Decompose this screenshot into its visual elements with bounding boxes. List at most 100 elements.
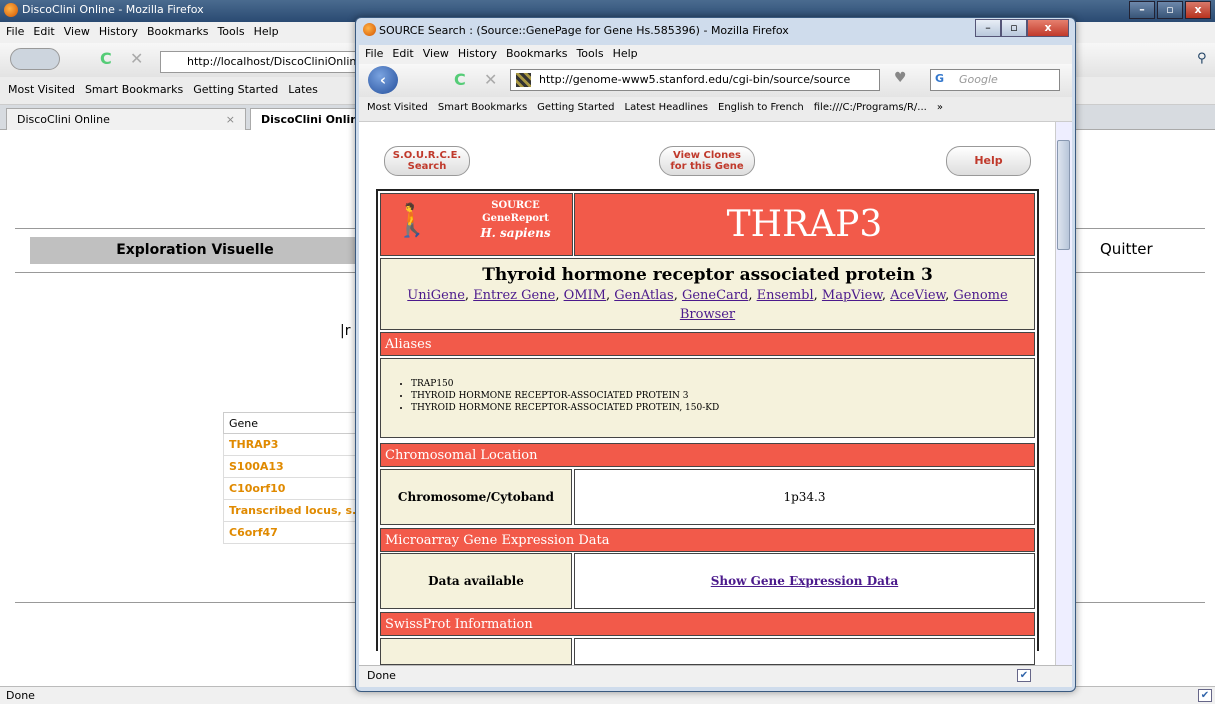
menu-bookmarks[interactable]: Bookmarks: [147, 25, 208, 40]
checkmark-icon[interactable]: ✔: [1198, 689, 1212, 702]
source-search-button[interactable]: S.O.U.R.C.E. Search: [384, 146, 470, 176]
menu-file[interactable]: File: [6, 25, 24, 40]
popup-menu-history[interactable]: History: [458, 47, 497, 62]
chromosome-value: 1p34.3: [574, 469, 1035, 525]
link-ensembl[interactable]: Ensembl: [757, 288, 814, 303]
tab-label: DiscoClini Online: [17, 113, 110, 126]
tab-close-icon[interactable]: ×: [226, 113, 235, 126]
popup-menu-edit[interactable]: Edit: [392, 47, 413, 62]
popup-stop-icon[interactable]: ✕: [484, 70, 497, 89]
link-mapview[interactable]: MapView: [822, 288, 882, 303]
link-genecard[interactable]: GeneCard: [682, 288, 748, 303]
alias-item: THYROID HORMONE RECEPTOR-ASSOCIATED PROT…: [411, 403, 1034, 413]
view-clones-button[interactable]: View Clones for this Gene: [659, 146, 755, 176]
popup-window-controls: – ▫ x: [975, 19, 1069, 37]
popup-bookmark-smart[interactable]: Smart Bookmarks: [438, 102, 527, 116]
gene-row-c10orf10[interactable]: C10orf10: [223, 478, 363, 500]
divider: [1075, 602, 1205, 603]
stop-icon[interactable]: ✕: [130, 49, 143, 68]
popup-menubar: File Edit View History Bookmarks Tools H…: [359, 45, 1072, 64]
back-forward-icon[interactable]: [10, 48, 60, 70]
bookmark-smart[interactable]: Smart Bookmarks: [85, 83, 183, 98]
menu-view[interactable]: View: [64, 25, 90, 40]
gene-row-s100a13[interactable]: S100A13: [223, 456, 363, 478]
popup-url-field[interactable]: http://genome-www5.stanford.edu/cgi-bin/…: [510, 69, 880, 91]
link-aceview[interactable]: AceView: [890, 288, 945, 303]
popup-url-text: http://genome-www5.stanford.edu/cgi-bin/…: [539, 73, 851, 86]
reload-icon[interactable]: C: [100, 49, 112, 68]
gene-row-transcribed-locus[interactable]: Transcribed locus, s.: [223, 500, 363, 522]
search-icon[interactable]: ⚲: [1197, 51, 1207, 66]
menu-history[interactable]: History: [99, 25, 138, 40]
popup-addon-icon[interactable]: ♥: [894, 70, 907, 86]
source-search-line2: Search: [407, 161, 447, 172]
logo-species-text: H. sapiens: [480, 226, 551, 240]
gene-row-thrap3[interactable]: THRAP3: [223, 434, 363, 456]
alias-item: THYROID HORMONE RECEPTOR-ASSOCIATED PROT…: [411, 391, 1034, 401]
popup-title: SOURCE Search : (Source::GenePage for Ge…: [379, 24, 789, 37]
gene-links: UniGene, Entrez Gene, OMIM, GenAtlas, Ge…: [407, 288, 1008, 322]
quit-link[interactable]: Quitter: [1100, 240, 1153, 258]
close-button[interactable]: x: [1185, 1, 1211, 19]
popup-bookmark-file[interactable]: file:///C:/Programs/R/...: [814, 102, 927, 116]
popup-bookmark-overflow[interactable]: »: [937, 102, 943, 116]
popup-menu-view[interactable]: View: [423, 47, 449, 62]
checkmark-icon[interactable]: ✔: [1017, 669, 1031, 682]
popup-search-field[interactable]: G Google: [930, 69, 1060, 91]
link-omim[interactable]: OMIM: [564, 288, 606, 303]
firefox-icon: [4, 3, 18, 17]
popup-bookmark-english-french[interactable]: English to French: [718, 102, 804, 116]
bg-url-field[interactable]: http://localhost/DiscoCliniOnline: [160, 51, 360, 73]
tab-discoclini-2[interactable]: DiscoClini Onlin: [250, 108, 360, 130]
aliases-list: TRAP150 THYROID HORMONE RECEPTOR-ASSOCIA…: [380, 358, 1035, 438]
minimize-button[interactable]: –: [1129, 1, 1155, 19]
popup-close-button[interactable]: x: [1027, 19, 1069, 37]
expression-data-cell: Show Gene Expression Data: [574, 553, 1035, 609]
popup-reload-icon[interactable]: C: [454, 70, 466, 89]
link-unigene[interactable]: UniGene: [407, 288, 465, 303]
google-icon: G: [935, 72, 945, 85]
popup-bookmark-most-visited[interactable]: Most Visited: [367, 102, 428, 116]
section-microarray-header: Microarray Gene Expression Data: [380, 528, 1035, 552]
popup-menu-file[interactable]: File: [365, 47, 383, 62]
popup-menu-tools[interactable]: Tools: [576, 47, 603, 62]
menu-edit[interactable]: Edit: [33, 25, 54, 40]
data-available-label: Data available: [380, 553, 572, 609]
tab-discoclini-1[interactable]: DiscoClini Online ×: [6, 108, 246, 130]
maximize-button[interactable]: ▫: [1157, 1, 1183, 19]
help-button[interactable]: Help: [946, 146, 1031, 176]
menu-tools[interactable]: Tools: [217, 25, 244, 40]
popup-menu-help[interactable]: Help: [613, 47, 638, 62]
popup-minimize-button[interactable]: –: [975, 19, 1001, 37]
popup-maximize-button[interactable]: ▫: [1001, 19, 1027, 37]
bookmark-getting-started[interactable]: Getting Started: [193, 83, 278, 98]
bookmark-latest[interactable]: Lates: [288, 83, 318, 98]
section-chromosomal-header: Chromosomal Location: [380, 443, 1035, 467]
popup-bookmark-latest-headlines[interactable]: Latest Headlines: [625, 102, 709, 116]
gene-row-c6orf47[interactable]: C6orf47: [223, 522, 363, 544]
firefox-icon: [363, 23, 376, 36]
source-search-line1: S.O.U.R.C.E.: [392, 150, 462, 161]
gene-full-name: Thyroid hormone receptor associated prot…: [482, 265, 933, 285]
view-clones-line1: View Clones: [673, 150, 741, 161]
swissprot-cell: [380, 638, 572, 665]
popup-search-placeholder: Google: [959, 73, 998, 86]
section-aliases-header: Aliases: [380, 332, 1035, 356]
site-favicon: [516, 73, 531, 87]
popup-back-icon[interactable]: ‹: [368, 66, 398, 94]
show-expression-data-link[interactable]: Show Gene Expression Data: [711, 574, 898, 588]
popup-menu-bookmarks[interactable]: Bookmarks: [506, 47, 567, 62]
bookmark-most-visited[interactable]: Most Visited: [8, 83, 75, 98]
link-genatlas[interactable]: GenAtlas: [614, 288, 673, 303]
popup-bookmark-getting-started[interactable]: Getting Started: [537, 102, 614, 116]
bg-window-title: DiscoClini Online - Mozilla Firefox: [22, 3, 204, 16]
popup-status-bar: Done: [359, 665, 1072, 687]
popup-scrollbar-thumb[interactable]: [1057, 140, 1070, 250]
divider: [1075, 228, 1205, 229]
alias-item: TRAP150: [411, 379, 1034, 389]
menu-help[interactable]: Help: [254, 25, 279, 40]
exploration-visuelle-tab[interactable]: Exploration Visuelle: [30, 237, 360, 264]
link-entrez-gene[interactable]: Entrez Gene: [473, 288, 555, 303]
walking-man-icon: 🚶: [392, 201, 432, 239]
gene-description-cell: Thyroid hormone receptor associated prot…: [380, 258, 1035, 330]
